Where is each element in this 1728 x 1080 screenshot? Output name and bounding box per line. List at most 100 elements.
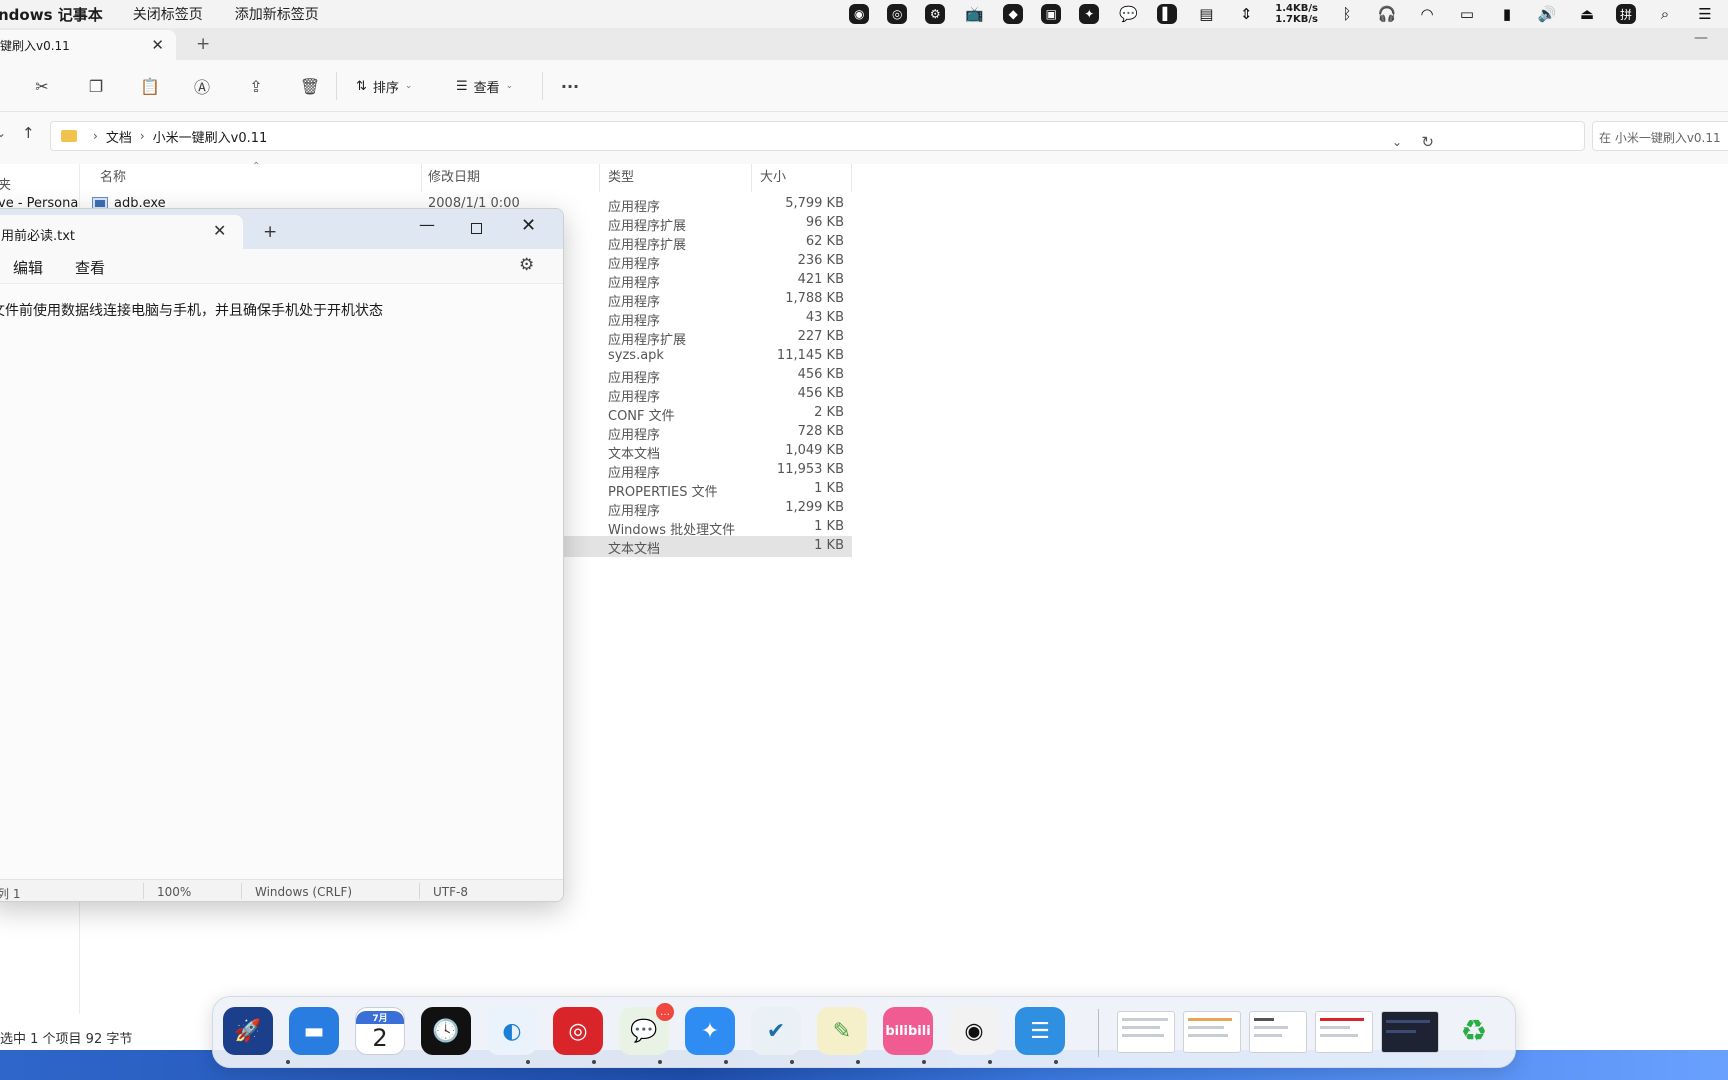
search-icon[interactable]: ⌕: [1654, 3, 1676, 25]
running-indicator: [526, 1060, 530, 1064]
chevron-down-icon: ⌄: [505, 81, 514, 91]
bilibili-tray-icon[interactable]: 📺: [963, 3, 985, 25]
dingtalk-tray-icon[interactable]: ✦: [1079, 4, 1100, 24]
close-window-button[interactable]: ✕: [521, 215, 536, 236]
minimized-window-thumbnail[interactable]: [1315, 1011, 1373, 1053]
minimize-button[interactable]: —: [419, 215, 435, 234]
drive-tray-icon[interactable]: ▣: [1041, 4, 1062, 24]
steam-tray-icon[interactable]: ⚙: [925, 4, 946, 24]
wechat-tray-icon[interactable]: 💬: [1117, 3, 1139, 25]
running-indicator: [286, 1060, 290, 1064]
notepad-icon[interactable]: ☰: [1015, 1007, 1065, 1055]
calendar-day: 2: [372, 1023, 388, 1052]
view-button[interactable]: ☰ 查看 ⌄: [456, 74, 513, 98]
explorer-tab-strip: 键刷入v0.11 ✕ + —: [0, 28, 1728, 60]
dingtalk-icon[interactable]: ✦: [685, 1007, 735, 1055]
eject-icon[interactable]: ⏏: [1576, 3, 1598, 25]
notepad-content[interactable]: 文件前使用数据线连接电脑与手机，并且确保手机处于开机状态: [0, 300, 383, 320]
minimized-window-thumbnail[interactable]: [1381, 1011, 1439, 1053]
control-center-icon[interactable]: ☰: [1694, 3, 1716, 25]
volume-icon[interactable]: 🔊: [1536, 3, 1558, 25]
app-tray-icon[interactable]: ◆: [1003, 4, 1024, 24]
launchpad-icon[interactable]: 🚀: [223, 1007, 273, 1055]
close-icon[interactable]: ✕: [213, 221, 226, 240]
share-icon[interactable]: ⇪: [244, 74, 268, 98]
bluetooth-icon[interactable]: ᛒ: [1336, 3, 1358, 25]
menu-add-tab[interactable]: 添加新标签页: [235, 4, 319, 24]
notepad-tab[interactable]: 用前必读.txt ✕: [0, 215, 243, 249]
delete-icon[interactable]: 🗑: [298, 74, 322, 98]
column-header-date[interactable]: 修改日期: [420, 164, 600, 192]
menu-view[interactable]: 查看: [75, 257, 105, 278]
menu-edit[interactable]: 编辑: [13, 257, 43, 278]
explorer-toolbar: ✂ ❐ 📋 Ⓐ ⇪ 🗑 ⇅ 排序 ⌄ ☰ 查看 ⌄ ···: [0, 60, 1728, 112]
notes-tray-icon[interactable]: ▌: [1157, 4, 1178, 24]
battery-icon[interactable]: ▮: [1496, 3, 1518, 25]
running-indicator: [922, 1060, 926, 1064]
notepad-title-bar: 用前必读.txt ✕ + — ✕: [0, 209, 563, 249]
explorer-tab[interactable]: 键刷入v0.11 ✕: [0, 30, 176, 60]
running-indicator: [724, 1060, 728, 1064]
refresh-icon[interactable]: ↻: [1421, 133, 1434, 151]
system-tray: ◉ ◎ ⚙ 📺 ◆ ▣ ✦ 💬 ▌ ▤ ⇕ 1.4KB/s 1.7KB/s ᛒ …: [849, 0, 1716, 28]
toolbar-divider: [542, 72, 543, 100]
vmware-icon[interactable]: ✔: [751, 1007, 801, 1055]
minimized-window-thumbnail[interactable]: [1183, 1011, 1241, 1053]
chevron-right-icon: ›: [93, 129, 98, 143]
minimized-window-thumbnail[interactable]: [1249, 1011, 1307, 1053]
display-icon[interactable]: ▭: [1456, 3, 1478, 25]
file-size: 1,299 KB: [785, 500, 844, 515]
line-ending: Windows (CRLF): [255, 885, 353, 899]
window-tray-icon[interactable]: ▤: [1195, 3, 1217, 25]
column-header-type[interactable]: 类型: [600, 164, 752, 192]
maximize-button[interactable]: [471, 223, 482, 234]
breadcrumb-current-folder[interactable]: 小米一键刷入v0.11: [153, 127, 268, 146]
search-input[interactable]: 在 小米一键刷入v0.11: [1592, 121, 1728, 151]
arrows-tray-icon[interactable]: ⇕: [1235, 3, 1257, 25]
file-size: 11,145 KB: [776, 348, 844, 363]
new-tab-button[interactable]: +: [263, 222, 277, 242]
close-icon[interactable]: ✕: [151, 36, 164, 54]
breadcrumb-documents[interactable]: 文档: [106, 127, 132, 146]
input-method-icon[interactable]: 拼: [1616, 4, 1636, 24]
column-header-size[interactable]: 大小: [752, 164, 852, 192]
recycle-bin-icon[interactable]: ♻: [1449, 1007, 1499, 1055]
obs-tray-icon[interactable]: ◉: [849, 4, 870, 24]
notes-icon[interactable]: ✎: [817, 1007, 867, 1055]
copy-icon[interactable]: ❐: [84, 74, 108, 98]
net-up-speed: 1.4KB/s: [1275, 3, 1318, 14]
bilibili-icon[interactable]: bilibili: [883, 1007, 933, 1055]
view-icon: ☰: [456, 78, 468, 94]
file-list-header: 名称 ⌃ 修改日期 类型 大小: [80, 161, 852, 194]
gear-icon[interactable]: ⚙: [519, 255, 534, 275]
file-size: 728 KB: [797, 424, 844, 439]
file-size: 96 KB: [805, 215, 844, 230]
app-name[interactable]: ndows 记事本: [0, 4, 103, 25]
file-size: 1 KB: [814, 538, 844, 553]
netease-music-icon[interactable]: ◎: [553, 1007, 603, 1055]
edge-icon[interactable]: ◐: [487, 1007, 537, 1055]
sort-button[interactable]: ⇅ 排序 ⌄: [356, 74, 412, 98]
paste-icon[interactable]: 📋: [138, 74, 162, 98]
more-options-button[interactable]: ···: [558, 74, 582, 98]
finder-desktop-icon[interactable]: ▬: [289, 1007, 339, 1055]
rename-icon[interactable]: Ⓐ: [190, 74, 214, 98]
minimized-window-thumbnail[interactable]: [1117, 1011, 1175, 1053]
up-arrow-icon[interactable]: ↑: [22, 124, 35, 142]
new-tab-button[interactable]: +: [196, 34, 210, 54]
obs-icon[interactable]: ◉: [949, 1007, 999, 1055]
clock-icon[interactable]: 🕓: [421, 1007, 471, 1055]
chevron-down-icon[interactable]: ⌄: [0, 126, 6, 140]
wifi-icon[interactable]: ◠: [1416, 3, 1438, 25]
calendar-icon[interactable]: 7月 2: [355, 1007, 405, 1055]
menu-close-tab[interactable]: 关闭标签页: [133, 4, 203, 24]
file-size: 1 KB: [814, 481, 844, 496]
notepad-text-area[interactable]: 文件前使用数据线连接电脑与手机，并且确保手机处于开机状态: [0, 283, 563, 879]
chevron-down-icon[interactable]: ⌄: [1392, 135, 1402, 149]
minimize-icon[interactable]: —: [1694, 30, 1708, 46]
address-bar[interactable]: › 文档 › 小米一键刷入v0.11 ⌄ ↻: [50, 121, 1585, 151]
cursor-position: 列 1: [0, 887, 21, 901]
headphones-icon[interactable]: 🎧: [1376, 3, 1398, 25]
netease-tray-icon[interactable]: ◎: [887, 4, 908, 24]
cut-icon[interactable]: ✂: [30, 74, 54, 98]
